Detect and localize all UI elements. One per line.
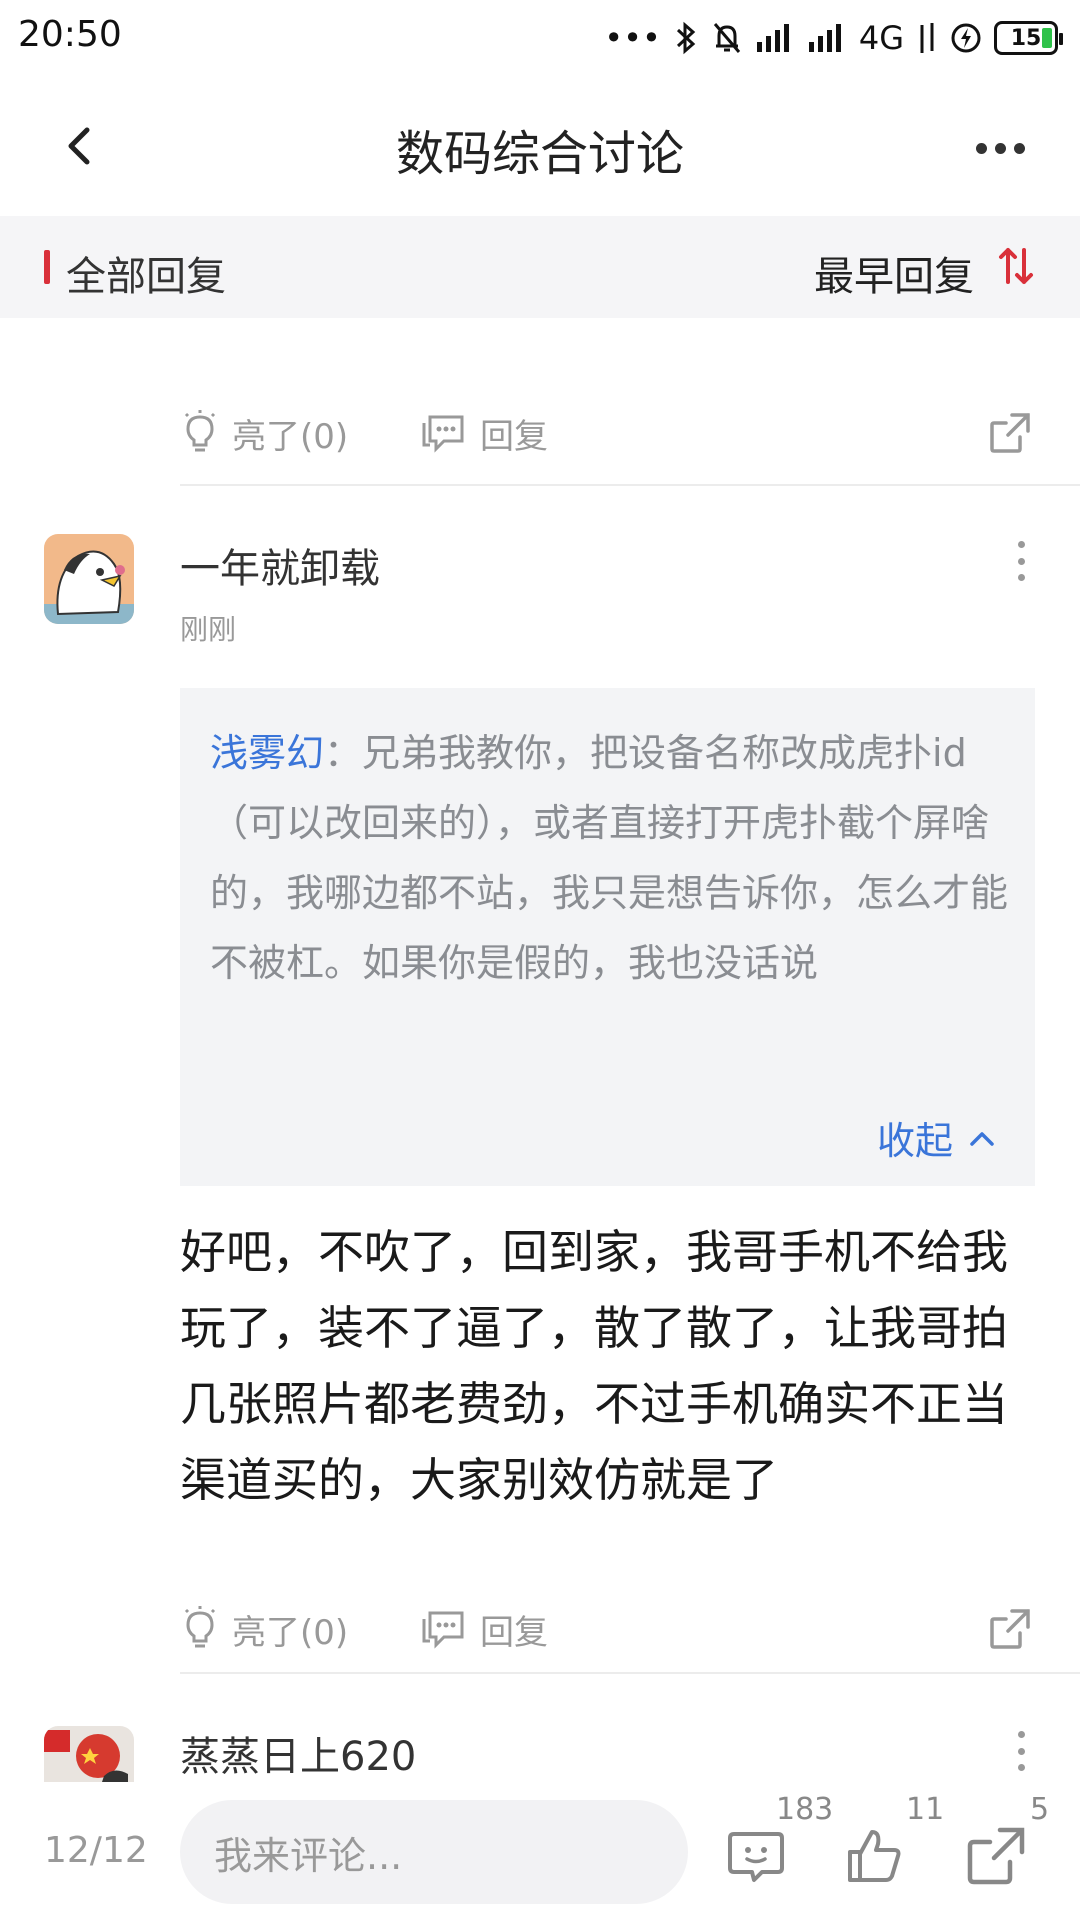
quoted-username[interactable]: 浅雾幻	[210, 731, 324, 775]
comment-username[interactable]: 一年就卸载	[180, 536, 380, 594]
sort-order-button[interactable]: 最早回复	[814, 244, 974, 302]
status-time: 20:50	[18, 14, 122, 55]
comment-menu-button[interactable]	[1016, 1731, 1026, 1771]
status-bar: 20:50 ••• 4G 15	[0, 0, 1080, 76]
collapse-button[interactable]: 收起	[877, 1110, 995, 1165]
comments-count: 183	[776, 1792, 834, 1827]
avatar-flag-image	[44, 1726, 134, 1782]
reply-bubble-icon	[422, 415, 464, 453]
page-counter[interactable]: 12/12	[44, 1830, 148, 1871]
battery-icon: 15	[994, 21, 1063, 55]
signal-icon	[756, 24, 789, 52]
chevron-up-icon	[970, 1131, 994, 1146]
avatar[interactable]	[44, 1726, 134, 1782]
more-dots-icon: •••	[604, 19, 661, 57]
bottom-bar: 12/12 我来评论... 183 11 5	[0, 1782, 1080, 1920]
bluetooth-icon	[676, 21, 696, 55]
comment-actions: 亮了(0) 回复	[180, 1594, 1080, 1664]
network-type: 4G	[858, 19, 904, 57]
kebab-dot-icon	[1017, 557, 1025, 565]
sort-bar: 全部回复 最早回复	[0, 216, 1080, 318]
reply-bubble-icon	[422, 1611, 464, 1649]
kebab-dot-icon	[1017, 1731, 1025, 1738]
thumbs-up-icon[interactable]	[842, 1824, 906, 1888]
section-marker	[44, 250, 50, 284]
like-button[interactable]: 亮了(0)	[180, 1594, 348, 1664]
divider	[180, 1672, 1080, 1674]
comment-body: 好吧，不吹了，回到家，我哥手机不给我玩了，装不了逼了，散了散了，让我哥拍几张照片…	[180, 1225, 1008, 1507]
reply-button[interactable]: 回复	[420, 398, 548, 468]
mute-bell-icon	[713, 23, 740, 53]
comments-icon[interactable]	[724, 1824, 788, 1888]
more-dot-icon	[1013, 142, 1025, 154]
comment-menu-button[interactable]	[1016, 541, 1026, 581]
charging-icon	[951, 23, 981, 53]
more-dot-icon	[994, 142, 1006, 154]
share-button[interactable]	[988, 1594, 1032, 1664]
comment-time: 刚刚	[180, 613, 237, 646]
kebab-dot-icon	[1017, 541, 1025, 548]
sort-toggle-icon[interactable]	[996, 242, 1036, 290]
quoted-reply: 浅雾幻：兄弟我教你，把设备名称改成虎扑id（可以改回来的），或者直接打开虎扑截个…	[180, 688, 1035, 1186]
reply-button[interactable]: 回复	[420, 1594, 548, 1664]
collapse-label: 收起	[876, 1119, 953, 1163]
avatar[interactable]	[44, 534, 134, 624]
title-bar: 数码综合讨论	[0, 76, 1080, 216]
quote-separator: ：	[324, 731, 363, 775]
signal-icon-2	[808, 24, 841, 52]
kebab-dot-icon	[1017, 1764, 1025, 1771]
divider	[180, 484, 1080, 486]
like-label: 亮了(0)	[232, 1612, 349, 1653]
all-replies-label: 全部回复	[66, 254, 226, 300]
shares-count: 5	[1030, 1792, 1050, 1827]
share-icon	[990, 1609, 1030, 1649]
quoted-text: 浅雾幻：兄弟我教你，把设备名称改成虎扑id（可以改回来的），或者直接打开虎扑截个…	[210, 718, 1010, 998]
reply-label: 回复	[480, 416, 548, 457]
comment-input[interactable]: 我来评论...	[180, 1800, 688, 1904]
more-options-button[interactable]	[960, 120, 1040, 176]
avatar-duck-image	[44, 534, 134, 624]
comment-input-placeholder: 我来评论...	[214, 1833, 403, 1878]
comment-actions: 亮了(0) 回复	[180, 398, 1080, 468]
share-icon	[990, 413, 1030, 453]
reply-label: 回复	[480, 1612, 548, 1653]
more-dot-icon	[975, 142, 987, 154]
lightbulb-icon	[184, 1606, 216, 1648]
page-title: 数码综合讨论	[395, 126, 684, 182]
like-label: 亮了(0)	[232, 416, 349, 457]
comment-username[interactable]: 蒸蒸日上620	[180, 1724, 416, 1782]
battery-level: 15	[1010, 25, 1042, 51]
data-arrows-icon	[920, 23, 934, 53]
status-icons: ••• 4G 15	[604, 14, 1063, 62]
lightbulb-icon	[184, 410, 216, 452]
kebab-dot-icon	[1017, 574, 1025, 581]
likes-count: 11	[906, 1792, 945, 1827]
kebab-dot-icon	[1017, 1747, 1025, 1755]
share-icon[interactable]	[964, 1824, 1028, 1888]
like-button[interactable]: 亮了(0)	[180, 398, 348, 468]
share-button[interactable]	[988, 398, 1032, 468]
